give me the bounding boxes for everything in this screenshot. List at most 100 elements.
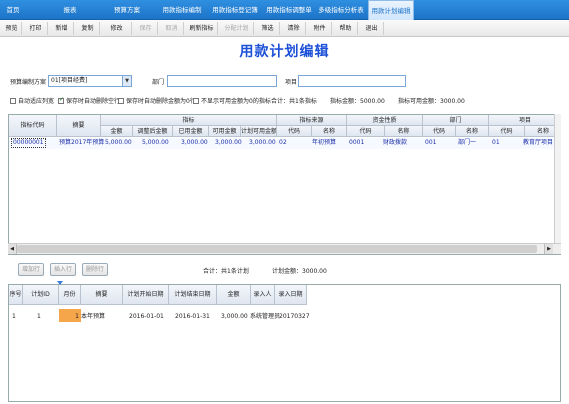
clear-button[interactable]: 清除 bbox=[282, 22, 306, 35]
scroll-thumb[interactable] bbox=[17, 245, 537, 253]
new-button[interactable]: 新增 bbox=[50, 22, 74, 35]
nav-item-reports[interactable]: 报表 bbox=[52, 0, 88, 20]
cell-month[interactable]: 1 bbox=[59, 309, 81, 322]
allocate-plan-button[interactable]: 分配计划 bbox=[220, 22, 254, 35]
cell-plan-summary[interactable]: 本年预算 bbox=[81, 311, 105, 322]
refresh-indicator-button[interactable]: 刷新指标 bbox=[186, 22, 218, 35]
table-row[interactable]: 1 1 1 本年预算 2016-01-01 2016-01-31 3,000.0… bbox=[9, 309, 310, 322]
col-header-available-amount[interactable]: 可用金额 bbox=[209, 126, 241, 137]
cell-src-name[interactable]: 年初预算 bbox=[312, 138, 336, 148]
cell-code[interactable]: 00000001 bbox=[11, 138, 46, 148]
edit-button[interactable]: 修改 bbox=[102, 22, 132, 35]
col-header-fund-code[interactable]: 代码 bbox=[347, 126, 385, 137]
cell-summary[interactable]: 预算2017年预算 bbox=[59, 138, 104, 148]
vertical-scrollbar[interactable] bbox=[554, 114, 561, 244]
cell-adjusted-amount[interactable]: 5,000.00 bbox=[142, 138, 169, 148]
checkbox-icon[interactable] bbox=[10, 98, 16, 104]
col-header-src-name[interactable]: 名称 bbox=[312, 126, 347, 137]
col-header-adjusted-amount[interactable]: 调整后金额 bbox=[133, 126, 173, 137]
col-header-fund-name[interactable]: 名称 bbox=[385, 126, 423, 137]
cell-used-amount[interactable]: 3,000.00 bbox=[181, 138, 208, 148]
filter-button[interactable]: 筛选 bbox=[256, 22, 280, 35]
cell-fund-code[interactable]: 0001 bbox=[349, 138, 364, 148]
insert-row-button[interactable]: 插入行 bbox=[50, 263, 76, 276]
checkbox-icon[interactable] bbox=[118, 98, 124, 104]
nav-item-indicator-compile[interactable]: 用款指标编制 bbox=[156, 0, 208, 20]
summary-amount: 指标金额：5000.00 bbox=[330, 98, 385, 105]
col-header-dept-code[interactable]: 代码 bbox=[423, 126, 456, 137]
dept-field[interactable] bbox=[167, 75, 277, 87]
horizontal-scrollbar[interactable]: ◀ ▶ bbox=[8, 243, 561, 254]
col-header-summary[interactable]: 摘要 bbox=[57, 115, 101, 137]
cell-fund-name[interactable]: 财政拨款 bbox=[383, 138, 407, 148]
col-header-amount[interactable]: 金额 bbox=[101, 126, 133, 137]
auto-fit-option[interactable]: 自动适应列宽 bbox=[10, 96, 54, 105]
col-header-start-date[interactable]: 计划开始日期 bbox=[123, 285, 169, 305]
attachment-button[interactable]: 附件 bbox=[308, 22, 332, 35]
cell-amount[interactable]: 5,000.00 bbox=[105, 138, 132, 148]
col-header-seq[interactable]: 序号 bbox=[9, 285, 23, 305]
cell-dept-code[interactable]: 001 bbox=[425, 138, 436, 148]
col-header-plan-summary[interactable]: 摘要 bbox=[81, 285, 123, 305]
cell-proj-name[interactable]: 教育厅项目 bbox=[523, 138, 553, 148]
cell-src-code[interactable]: 02 bbox=[279, 138, 287, 148]
top-nav: 首页 报表 预算方案 用款指标编制 用款指标登记簿 用款指标调整单 多级指标分析… bbox=[0, 0, 569, 21]
budget-plan-label: 预算编制方案 bbox=[10, 79, 47, 86]
add-row-button[interactable]: 增加行 bbox=[18, 263, 44, 276]
hide-zero-label: 不显示可用金额为0的指标 bbox=[201, 98, 271, 105]
col-header-src-code[interactable]: 代码 bbox=[277, 126, 312, 137]
cell-entry-date[interactable]: 20170327 bbox=[279, 311, 310, 322]
col-header-plan-available[interactable]: 计划可用金额 bbox=[241, 126, 277, 137]
save-button[interactable]: 保存 bbox=[134, 22, 158, 35]
cell-start-date[interactable]: 2016-01-01 bbox=[129, 311, 164, 322]
budget-plan-select[interactable]: 01[项目经费] ▼ bbox=[48, 75, 132, 87]
col-header-month[interactable]: 月份 bbox=[59, 285, 81, 305]
exit-button[interactable]: 退出 bbox=[360, 22, 384, 35]
nav-item-indicator-register[interactable]: 用款指标登记簿 bbox=[208, 0, 262, 20]
hide-zero-option[interactable]: 不显示可用金额为0的指标 bbox=[193, 96, 271, 105]
print-button[interactable]: 打印 bbox=[24, 22, 48, 35]
cell-end-date[interactable]: 2016-01-31 bbox=[175, 311, 210, 322]
col-header-entered-by[interactable]: 录入人 bbox=[251, 285, 275, 305]
col-header-entry-date[interactable]: 录入日期 bbox=[275, 285, 307, 305]
auto-delete-empty-option[interactable]: 保存时自动删除空行 bbox=[58, 96, 120, 105]
delete-row-button[interactable]: 删除行 bbox=[82, 263, 108, 276]
cell-proj-code[interactable]: 01 bbox=[492, 138, 500, 148]
col-header-plan-id[interactable]: 计划ID bbox=[23, 285, 59, 305]
checkbox-icon[interactable] bbox=[193, 98, 199, 104]
indicator-grid: 指标代码 摘要 指标 金额 调整后金额 已用金额 可用金额 计划可用金额 指标来… bbox=[8, 114, 561, 255]
cell-entered-by[interactable]: 系统管理员 bbox=[250, 311, 280, 322]
nav-item-indicator-adjust[interactable]: 用款指标调整单 bbox=[262, 0, 316, 20]
cancel-button[interactable]: 取消 bbox=[160, 22, 184, 35]
nav-item-multi-analysis[interactable]: 多级指标分析表 bbox=[316, 0, 366, 20]
col-group-indicator: 指标 bbox=[101, 115, 277, 126]
col-header-code[interactable]: 指标代码 bbox=[9, 115, 57, 137]
scroll-left-icon[interactable]: ◀ bbox=[8, 244, 17, 254]
scroll-right-icon[interactable]: ▶ bbox=[544, 244, 553, 254]
col-header-plan-amount[interactable]: 金额 bbox=[217, 285, 251, 305]
col-header-dept-name[interactable]: 名称 bbox=[456, 126, 489, 137]
col-header-used-amount[interactable]: 已用金额 bbox=[173, 126, 209, 137]
col-header-proj-code[interactable]: 代码 bbox=[489, 126, 525, 137]
project-field[interactable] bbox=[298, 75, 406, 87]
nav-item-budget-plan[interactable]: 预算方案 bbox=[104, 0, 150, 20]
auto-fit-label: 自动适应列宽 bbox=[18, 98, 55, 105]
auto-delete-zero-option[interactable]: 保存时自动删除金额为0行 bbox=[118, 96, 196, 105]
help-button[interactable]: 帮助 bbox=[334, 22, 358, 35]
table-row[interactable]: 00000001 预算2017年预算 5,000.00 5,000.00 3,0… bbox=[9, 138, 560, 149]
nav-item-home[interactable]: 首页 bbox=[0, 0, 26, 20]
preview-button[interactable]: 预览 bbox=[2, 22, 22, 35]
cell-plan-available[interactable]: 3,000.00 bbox=[249, 138, 276, 148]
cell-plan-id[interactable]: 1 bbox=[37, 311, 41, 322]
cell-plan-amount[interactable]: 3,000.00 bbox=[221, 311, 248, 322]
col-header-end-date[interactable]: 计划结束日期 bbox=[169, 285, 217, 305]
copy-button[interactable]: 复制 bbox=[76, 22, 100, 35]
cell-dept-name[interactable]: 部门一 bbox=[458, 138, 476, 148]
plan-grid: 序号 计划ID 月份 摘要 计划开始日期 计划结束日期 金额 录入人 录入日期 … bbox=[8, 281, 561, 402]
col-group-source: 指标来源 bbox=[277, 115, 347, 126]
cell-available-amount[interactable]: 3,000.00 bbox=[215, 138, 242, 148]
nav-item-plan-edit[interactable]: 用款计划编辑 bbox=[368, 0, 414, 21]
budget-plan-value: 01[项目经费] bbox=[51, 77, 88, 84]
chevron-down-icon[interactable]: ▼ bbox=[122, 76, 131, 86]
checkbox-checked-icon[interactable] bbox=[58, 96, 64, 104]
